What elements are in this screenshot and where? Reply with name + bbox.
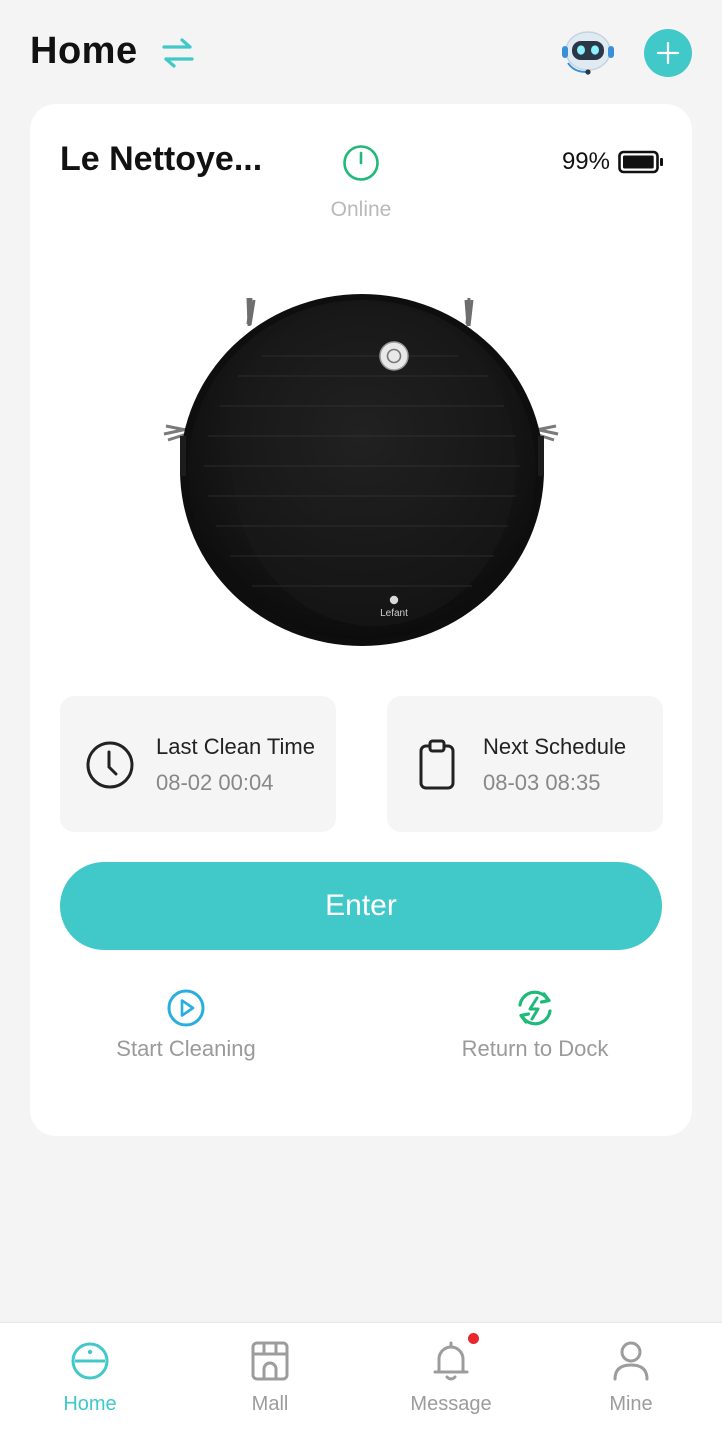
tab-home[interactable]: Home: [0, 1323, 180, 1440]
clipboard-icon: [419, 739, 455, 790]
robot-assistant-icon[interactable]: [560, 27, 616, 79]
next-schedule-value: 08-03 08:35: [483, 770, 601, 795]
tab-mine-label: Mine: [609, 1393, 653, 1415]
page-title: Home: [30, 30, 138, 72]
device-card: Le Nettoye... Online 99% Lefant Last Cle…: [30, 104, 692, 1136]
battery-percent: 99%: [561, 148, 610, 175]
device-name[interactable]: Le Nettoye...: [60, 140, 290, 179]
tab-mall[interactable]: Mall: [180, 1323, 360, 1440]
last-clean-label: Last Clean Time: [156, 734, 315, 759]
online-status: Online: [330, 198, 392, 221]
last-clean-tile[interactable]: Last Clean Time 08-02 00:04: [60, 696, 336, 832]
tab-mall-label: Mall: [251, 1393, 289, 1415]
tab-message-label: Message: [410, 1393, 492, 1415]
notification-badge: [468, 1333, 479, 1344]
tab-mine[interactable]: Mine: [541, 1323, 721, 1440]
next-schedule-tile[interactable]: Next Schedule 08-03 08:35: [387, 696, 663, 832]
start-cleaning-button[interactable]: Start Cleaning: [76, 988, 296, 1068]
robot-vacuum-image: Lefant: [163, 294, 559, 646]
last-clean-value: 08-02 00:04: [156, 770, 274, 795]
recharge-icon: [518, 990, 552, 1026]
app-header: Home: [0, 0, 722, 104]
enter-button[interactable]: Enter: [60, 862, 662, 950]
play-icon: [167, 989, 205, 1027]
tab-home-label: Home: [63, 1393, 117, 1415]
swap-arrows-icon[interactable]: [160, 36, 196, 70]
tab-message[interactable]: Message: [361, 1323, 541, 1440]
next-schedule-label: Next Schedule: [483, 734, 627, 759]
start-cleaning-label: Start Cleaning: [116, 1036, 256, 1061]
plus-icon: [656, 41, 680, 65]
person-icon: [613, 1341, 649, 1381]
return-to-dock-label: Return to Dock: [461, 1036, 609, 1061]
bell-icon: [433, 1341, 469, 1381]
bottom-tab-bar: Home Mall Message Mine: [0, 1322, 722, 1440]
battery-icon: [618, 150, 663, 174]
return-to-dock-button[interactable]: Return to Dock: [425, 988, 645, 1068]
add-device-button[interactable]: [644, 29, 692, 77]
clock-icon: [86, 741, 134, 789]
store-icon: [251, 1341, 289, 1381]
power-status-icon: [343, 145, 379, 181]
robot-vacuum-icon: [71, 1342, 109, 1380]
brand-mark: Lefant: [380, 608, 408, 619]
